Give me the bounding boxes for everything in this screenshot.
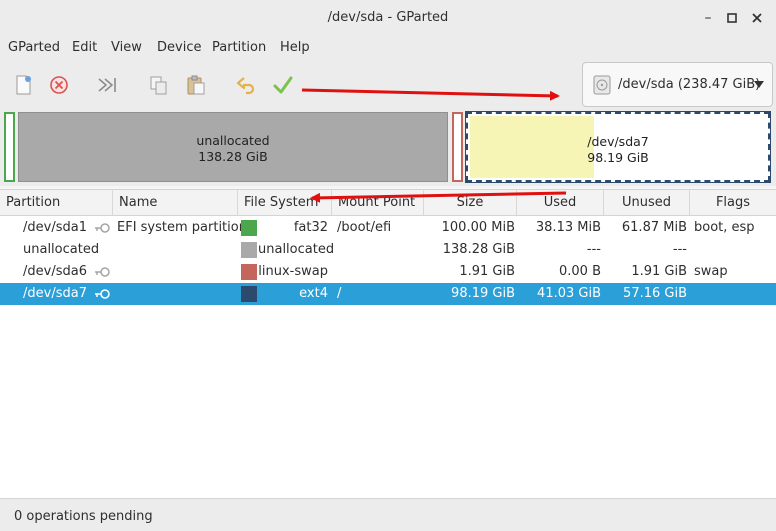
diskmap-sda1[interactable] [4, 112, 15, 182]
status-bar: 0 operations pending [0, 498, 776, 531]
row-size: 98.19 GiB [451, 286, 515, 301]
row-name: EFI system partition [117, 220, 247, 235]
resize-move-icon[interactable] [96, 74, 118, 96]
minimize-button[interactable]: – [700, 10, 716, 26]
diskmap-unallocated-name: unallocated [196, 133, 270, 148]
undo-icon[interactable] [235, 74, 257, 96]
table-row[interactable]: /dev/sda6 linux-swap 1.91 GiB 0.00 B 1.9… [0, 261, 776, 283]
row-partition: unallocated [23, 242, 100, 257]
row-size: 138.28 GiB [442, 242, 515, 257]
table-row-selected[interactable]: /dev/sda7 ext4 / 98.19 GiB 41.03 GiB 57.… [0, 283, 776, 305]
device-selector[interactable]: /dev/sda (238.47 GiB) [582, 62, 773, 107]
row-mount: /boot/efi [337, 220, 392, 235]
row-filesystem: ext4 [299, 286, 328, 301]
row-filesystem: linux-swap [258, 264, 328, 279]
delete-partition-icon[interactable] [48, 74, 70, 96]
key-icon [95, 289, 110, 299]
row-filesystem: fat32 [293, 220, 328, 235]
maximize-button[interactable] [724, 10, 740, 26]
diskmap-sda7[interactable]: /dev/sda7 98.19 GiB [465, 111, 771, 183]
row-unused: 57.16 GiB [623, 286, 687, 301]
apply-icon[interactable] [272, 74, 294, 96]
row-used: 38.13 MiB [535, 220, 601, 235]
column-size[interactable]: Size [424, 190, 517, 216]
diskmap-sda6[interactable] [452, 112, 463, 182]
maximize-icon [727, 13, 737, 23]
fs-color-swatch [241, 264, 257, 280]
row-filesystem: unallocated [258, 242, 335, 257]
close-icon [752, 13, 762, 23]
menu-edit[interactable]: Edit [72, 40, 97, 55]
diskmap-unallocated-size: 138.28 GiB [198, 149, 268, 164]
key-icon [95, 223, 110, 233]
column-unused[interactable]: Unused [604, 190, 690, 216]
diskmap-unallocated[interactable]: unallocated 138.28 GiB [18, 112, 448, 182]
row-used: 41.03 GiB [537, 286, 601, 301]
status-text: 0 operations pending [14, 509, 153, 524]
row-unused: 61.87 MiB [621, 220, 687, 235]
menu-view[interactable]: View [111, 40, 142, 55]
title-bar: /dev/sda - GParted – [0, 0, 776, 36]
diskmap-sda7-size: 98.19 GiB [587, 150, 649, 165]
column-name[interactable]: Name [113, 190, 238, 216]
column-mount-point[interactable]: Mount Point [332, 190, 424, 216]
paste-icon[interactable] [185, 74, 207, 96]
disk-map: unallocated 138.28 GiB /dev/sda7 98.19 G… [0, 110, 776, 186]
menu-help[interactable]: Help [280, 40, 310, 55]
row-size: 1.91 GiB [459, 264, 515, 279]
column-partition[interactable]: Partition [0, 190, 113, 216]
row-flags: swap [694, 264, 728, 279]
menu-partition[interactable]: Partition [212, 40, 266, 55]
row-size: 100.00 MiB [441, 220, 515, 235]
column-flags[interactable]: Flags [690, 190, 776, 216]
menu-gparted[interactable]: GParted [8, 40, 60, 55]
row-used: 0.00 B [559, 264, 601, 279]
dropdown-arrow-icon [754, 81, 764, 88]
row-partition: /dev/sda1 [23, 220, 87, 235]
table-row[interactable]: /dev/sda1 EFI system partition fat32 /bo… [0, 217, 776, 239]
row-partition: /dev/sda7 [23, 286, 87, 301]
menu-bar: GParted Edit View Device Partition Help [0, 36, 776, 60]
diskmap-sda7-name: /dev/sda7 [587, 134, 649, 149]
device-label: /dev/sda (238.47 GiB) [618, 77, 761, 92]
copy-icon[interactable] [148, 74, 170, 96]
table-row[interactable]: unallocated unallocated 138.28 GiB --- -… [0, 239, 776, 261]
row-unused: 1.91 GiB [631, 264, 687, 279]
fs-color-swatch [241, 286, 257, 302]
column-used[interactable]: Used [517, 190, 604, 216]
row-unused: --- [672, 242, 687, 257]
partition-table-header: Partition Name File System Mount Point S… [0, 189, 776, 216]
key-icon [95, 267, 110, 277]
column-file-system[interactable]: File System [238, 190, 332, 216]
row-used: --- [586, 242, 601, 257]
row-partition: /dev/sda6 [23, 264, 87, 279]
new-partition-icon[interactable] [12, 74, 34, 96]
hard-disk-icon [593, 75, 611, 95]
close-button[interactable] [749, 10, 765, 26]
fs-color-swatch [241, 242, 257, 258]
menu-device[interactable]: Device [157, 40, 201, 55]
fs-color-swatch [241, 220, 257, 236]
row-mount: / [337, 286, 342, 301]
row-flags: boot, esp [694, 220, 755, 235]
window-title: /dev/sda - GParted [327, 10, 449, 25]
partition-table: /dev/sda1 EFI system partition fat32 /bo… [0, 216, 776, 498]
